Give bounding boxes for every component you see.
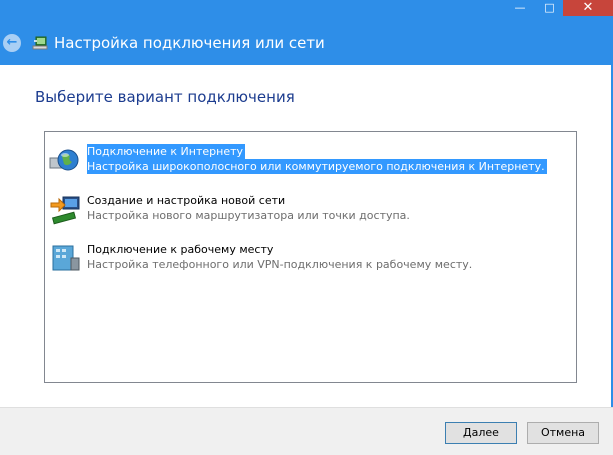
next-button[interactable]: Далее [445, 422, 517, 444]
maximize-button[interactable]: □ [536, 0, 563, 16]
footer-bar: Далее Отмена [0, 407, 613, 455]
option-internet-connection[interactable]: Подключение к Интернету Настройка широко… [47, 142, 574, 178]
workplace-icon [52, 245, 80, 271]
network-setup-icon [50, 196, 80, 225]
minimize-button[interactable]: — [505, 0, 535, 16]
connection-options-list: Подключение к Интернету Настройка широко… [44, 131, 577, 383]
back-button[interactable]: ← [3, 34, 21, 52]
cancel-button[interactable]: Отмена [527, 422, 599, 444]
option-title: Подключение к Интернету [87, 144, 246, 159]
option-new-network[interactable]: Создание и настройка новой сети Настройк… [47, 191, 574, 227]
option-description: Настройка широкополосного или коммутируе… [87, 159, 547, 174]
window-title: Настройка подключения или сети [54, 34, 325, 52]
back-arrow-icon: ← [6, 35, 18, 50]
option-title: Создание и настройка новой сети [87, 194, 286, 207]
globe-icon [49, 149, 79, 171]
option-workplace-connection[interactable]: Подключение к рабочему месту Настройка т… [47, 240, 574, 276]
option-title: Подключение к рабочему месту [87, 243, 274, 256]
page-heading: Выберите вариант подключения [35, 88, 295, 106]
close-button[interactable]: ✕ [563, 0, 613, 16]
network-setup-app-icon [32, 36, 48, 50]
title-bar: — □ ✕ ← Настройка подключения или сети [0, 0, 613, 65]
option-description: Настройка телефонного или VPN-подключени… [87, 258, 473, 271]
option-description: Настройка нового маршрутизатора или точк… [87, 209, 410, 222]
